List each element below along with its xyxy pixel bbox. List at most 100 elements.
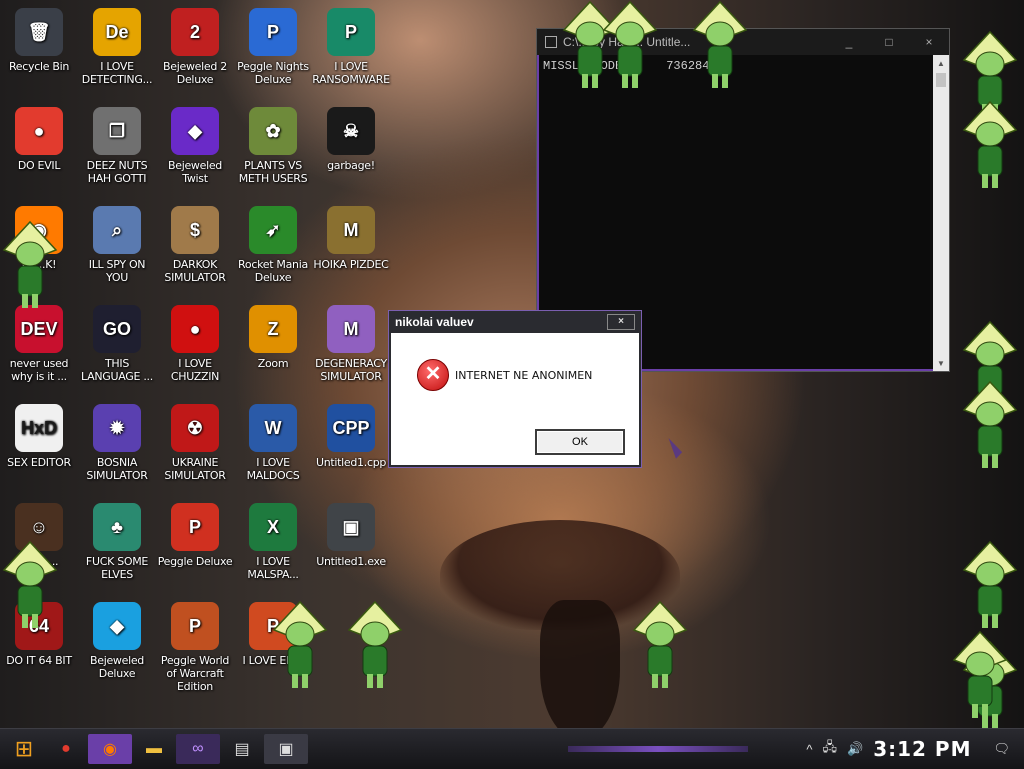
desktop-icon-image-icon: 2: [171, 8, 219, 56]
desktop-icon-image-icon: CPP: [327, 404, 375, 452]
dialog-titlebar[interactable]: nikolai valuev ×: [389, 311, 641, 333]
desktop-icon[interactable]: ☢ UKRAINE SIMULATOR: [156, 398, 234, 482]
desktop-icon[interactable]: 🗑 Recycle Bin: [0, 2, 78, 73]
desktop-icon-label: Peggle Deluxe: [157, 555, 233, 568]
network-icon[interactable]: 🖧: [823, 738, 838, 760]
clock[interactable]: 3:12 PM: [873, 737, 971, 761]
desktop-icon[interactable]: P Peggle Deluxe: [156, 497, 234, 568]
desktop-icon[interactable]: P Peggle World of Warcraft Edition: [156, 596, 234, 693]
desktop-icon-label: Peggle Nights Deluxe: [237, 60, 309, 86]
dialog-close-button[interactable]: ×: [607, 314, 635, 330]
desktop-icon-image-icon: ●: [15, 107, 63, 155]
taskbar-console-button[interactable]: ▣: [264, 734, 308, 764]
desktop-icon[interactable]: Z Zoom: [234, 299, 312, 370]
desktop-icon-label: Zoom: [257, 357, 289, 370]
desktop-icon[interactable]: HxD SEX EDITOR: [0, 398, 78, 469]
taskbar-explorer-button[interactable]: ▬: [136, 734, 172, 764]
desktop-icon[interactable]: ▣ Untitled1.exe: [312, 497, 390, 568]
dialog-message: INTERNET NE ANONIMEN: [455, 369, 593, 382]
minimize-button[interactable]: _: [829, 35, 869, 49]
peridot-figure-icon: [270, 600, 330, 690]
desktop-icon[interactable]: M DEGENERACY SIMULATOR: [312, 299, 390, 383]
desktop-icon-image-icon: ➶: [249, 206, 297, 254]
desktop-icon[interactable]: DEV never used why is it ...: [0, 299, 78, 383]
desktop-icon-image-icon: $: [171, 206, 219, 254]
close-button[interactable]: ×: [909, 35, 949, 49]
desktop-icon-label: PLANTS VS METH USERS: [238, 159, 308, 185]
desktop-icon[interactable]: ✿ PLANTS VS METH USERS: [234, 101, 312, 185]
desktop-icon-label: I LOVE CHUZZIN: [170, 357, 220, 383]
peridot-figure-icon: [0, 540, 60, 630]
desktop-icon-label: THIS LANGUAGE ...: [81, 357, 153, 383]
error-icon: ✕: [417, 359, 449, 391]
desktop-icon-label: Untitled1.cpp: [315, 456, 387, 469]
peridot-figure-icon: [630, 600, 690, 690]
desktop-icon[interactable]: W I LOVE MALDOCS: [234, 398, 312, 482]
desktop-icon[interactable]: De I LOVE DETECTING...: [78, 2, 156, 86]
desktop-icon-label: SEX EDITOR: [7, 456, 71, 469]
desktop-icon-image-icon: ▣: [327, 503, 375, 551]
desktop-icon[interactable]: ♣ FUCK SOME ELVES: [78, 497, 156, 581]
desktop-icon[interactable]: $ DARKOK SIMULATOR: [156, 200, 234, 284]
scroll-thumb[interactable]: [936, 73, 946, 87]
wallpaper-beard: [540, 600, 620, 740]
scroll-down-arrow-icon[interactable]: ▼: [933, 355, 949, 371]
desktop-icon[interactable]: M HOIKA PIZDEC: [312, 200, 390, 271]
notification-icon[interactable]: 🗨: [993, 741, 1010, 757]
desktop-icon-label: DEEZ NUTS HAH GOTTI: [86, 159, 148, 185]
desktop-icon-label: DEGENERACY SIMULATOR: [315, 357, 387, 383]
desktop-icon[interactable]: P I LOVE RANSOMWARE: [312, 2, 390, 86]
peridot-figure-icon: [960, 540, 1020, 630]
ok-button[interactable]: OK: [535, 429, 625, 455]
taskbar-app-button[interactable]: ▤: [224, 734, 260, 764]
desktop-icon[interactable]: P Peggle Nights Deluxe: [234, 2, 312, 86]
desktop-icon[interactable]: ⌕ ILL SPY ON YOU: [78, 200, 156, 284]
desktop-icon[interactable]: ➶ Rocket Mania Deluxe: [234, 200, 312, 284]
error-dialog[interactable]: nikolai valuev × ✕ INTERNET NE ANONIMEN …: [388, 310, 642, 468]
desktop-icon-label: garbage!: [327, 159, 375, 172]
desktop-icon-image-icon: P: [327, 8, 375, 56]
dialog-title: nikolai valuev: [395, 315, 474, 329]
desktop-icon[interactable]: CPP Untitled1.cpp: [312, 398, 390, 469]
desktop-icon-image-icon: W: [249, 404, 297, 452]
desktop-icon[interactable]: X I LOVE MALSPA...: [234, 497, 312, 581]
taskbar-firefox-button[interactable]: ◉: [88, 734, 132, 764]
maximize-button[interactable]: □: [869, 35, 909, 49]
desktop-icon[interactable]: ◆ Bejeweled Deluxe: [78, 596, 156, 680]
start-button[interactable]: ⊞: [4, 734, 44, 764]
desktop-icon[interactable]: ✹ BOSNIA SIMULATOR: [78, 398, 156, 482]
desktop-icon-image-icon: P: [171, 503, 219, 551]
peridot-figure-icon: [600, 0, 660, 90]
desktop-icon-label: Bejeweled 2 Deluxe: [163, 60, 227, 86]
system-tray: ^ 🖧 🔊 3:12 PM 🗨: [806, 729, 1024, 769]
desktop-icon-label: I LOVE MALSPA...: [247, 555, 299, 581]
taskbar-chrome-button[interactable]: ●: [48, 734, 84, 764]
desktop-icon[interactable]: ❐ DEEZ NUTS HAH GOTTI: [78, 101, 156, 185]
desktop-icon[interactable]: ● I LOVE CHUZZIN: [156, 299, 234, 383]
taskbar-decoration: [568, 746, 748, 752]
desktop-icon[interactable]: ● DO EVIL: [0, 101, 78, 172]
desktop-icon-image-icon: ●: [171, 305, 219, 353]
peridot-figure-icon: [0, 220, 60, 310]
desktop-icon-image-icon: M: [327, 206, 375, 254]
desktop-icon-label: Rocket Mania Deluxe: [238, 258, 308, 284]
desktop-icon-label: ILL SPY ON YOU: [88, 258, 146, 284]
desktop-icon-image-icon: HxD: [15, 404, 63, 452]
dialog-content: ✕ INTERNET NE ANONIMEN OK: [391, 333, 639, 465]
volume-icon[interactable]: 🔊: [847, 741, 863, 757]
desktop-icon-label: BOSNIA SIMULATOR: [86, 456, 148, 482]
desktop-icon[interactable]: GO THIS LANGUAGE ...: [78, 299, 156, 383]
scroll-up-arrow-icon[interactable]: ▲: [933, 55, 949, 71]
taskbar-visual-studio-button[interactable]: ∞: [176, 734, 220, 764]
desktop-icon[interactable]: ☠ garbage!: [312, 101, 390, 172]
desktop-icon-label: DO IT 64 BIT: [6, 654, 72, 667]
console-scrollbar[interactable]: ▲ ▼: [933, 55, 949, 371]
desktop-icon-image-icon: ◆: [171, 107, 219, 155]
desktop-icon-label: never used why is it ...: [9, 357, 69, 383]
desktop-icon-image-icon: ♣: [93, 503, 141, 551]
desktop-icon[interactable]: ◆ Bejeweled Twist: [156, 101, 234, 185]
tray-chevron-icon[interactable]: ^: [806, 742, 812, 757]
taskbar: ⊞ ● ◉ ▬ ∞ ▤ ▣ ^ 🖧 🔊 3:12 PM 🗨: [0, 728, 1024, 769]
desktop-icon[interactable]: 2 Bejeweled 2 Deluxe: [156, 2, 234, 86]
desktop-icon-image-icon: ✹: [93, 404, 141, 452]
